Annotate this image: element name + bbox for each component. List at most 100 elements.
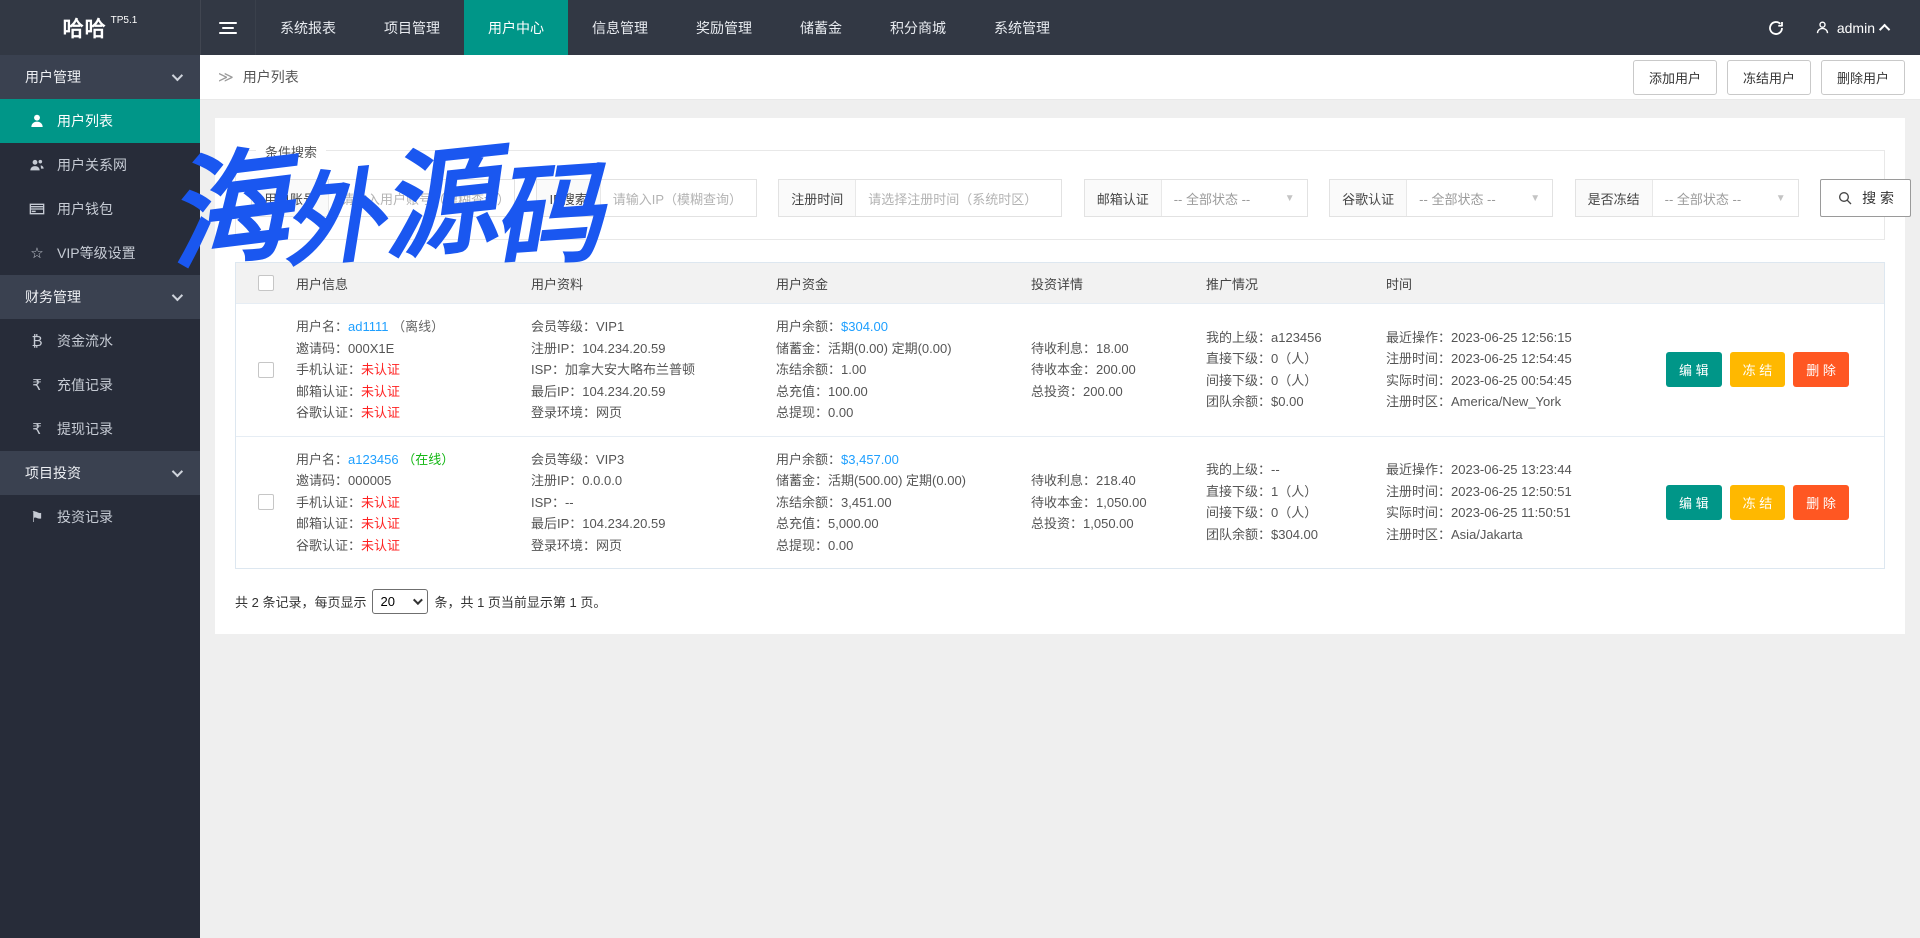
balance-link[interactable]: $3,457.00	[841, 452, 899, 467]
delete-button[interactable]: 删 除	[1793, 484, 1849, 520]
field-label: 手机认证：	[296, 362, 362, 377]
table-header-row: 用户信息 用户资料 用户资金 投资详情 推广情况 时间	[236, 263, 1884, 303]
google-cert-select[interactable]: -- 全部状态 -- ▼	[1407, 180, 1552, 216]
balance-link[interactable]: $304.00	[841, 319, 888, 334]
sidebar-group-user-management[interactable]: 用户管理	[0, 55, 200, 99]
page-actions: 添加用户 冻结用户 删除用户	[1632, 59, 1905, 95]
nav-item-rewards[interactable]: 奖励管理	[672, 0, 776, 55]
hamburger-icon[interactable]	[200, 0, 256, 55]
field-label: 注册时区：	[1386, 526, 1452, 542]
frozen-select[interactable]: -- 全部状态 -- ▼	[1653, 180, 1798, 216]
sidebar-item-recharge-records[interactable]: ₹ 充值记录	[0, 363, 200, 407]
select-all-checkbox[interactable]	[258, 275, 274, 291]
field-value: 加拿大安大略布兰普顿	[564, 362, 695, 377]
field-label: 待收利息：	[1031, 340, 1097, 356]
nav-item-system[interactable]: 系统管理	[970, 0, 1074, 55]
field-value: 2023-06-25 00:54:45	[1451, 372, 1572, 388]
sidebar-item-label: 提现记录	[57, 421, 113, 437]
row-checkbox[interactable]	[258, 494, 274, 511]
field-value: 0.00	[828, 405, 854, 420]
sidebar-item-invest-records[interactable]: ⚑ 投资记录	[0, 495, 200, 539]
frozen-selected-value: -- 全部状态 --	[1664, 191, 1742, 207]
field-label: 最近操作：	[1386, 462, 1452, 478]
field-label: 用户余额：	[776, 319, 842, 334]
sidebar-item-label: 用户关系网	[57, 157, 127, 173]
refresh-icon[interactable]	[1767, 19, 1785, 37]
field-label: 储蓄金：	[776, 473, 829, 488]
field-value: 1（人）	[1271, 483, 1318, 499]
nav-item-savings[interactable]: 储蓄金	[776, 0, 866, 55]
sidebar-item-user-network[interactable]: 用户关系网	[0, 143, 200, 187]
sidebar-group-label: 财务管理	[25, 289, 81, 305]
field-label: 总投资：	[1031, 383, 1084, 399]
field-value: 100.00	[828, 383, 868, 399]
nav-item-reports[interactable]: 系统报表	[256, 0, 360, 55]
field-value: 000005	[348, 473, 392, 488]
username-link[interactable]: ad1111	[348, 319, 389, 334]
sidebar-item-vip-settings[interactable]: ☆ VIP等级设置	[0, 231, 200, 275]
edit-button[interactable]: 编 辑	[1666, 352, 1722, 388]
field-label: 总提现：	[776, 405, 829, 420]
field-label: 间接下级：	[1206, 505, 1272, 521]
sidebar-item-user-list[interactable]: 用户列表	[0, 99, 200, 143]
search-button[interactable]: 搜 索	[1820, 179, 1911, 217]
sidebar-group-finance[interactable]: 财务管理	[0, 275, 200, 319]
field-label: 我的上级：	[1206, 462, 1272, 478]
delete-button[interactable]: 删 除	[1793, 352, 1849, 388]
username-input[interactable]: 请输入用户账号（模糊查询）	[329, 180, 514, 216]
sidebar-item-label: 资金流水	[57, 333, 113, 349]
google-cert-filter-group: 谷歌认证 -- 全部状态 -- ▼	[1329, 179, 1554, 217]
sidebar-item-label: 投资记录	[57, 509, 113, 525]
row-checkbox[interactable]	[258, 361, 274, 378]
username-link[interactable]: a123456	[348, 452, 399, 467]
field-value: 0.00	[828, 537, 854, 553]
nav-item-points-mall[interactable]: 积分商城	[866, 0, 970, 55]
field-value: $0.00	[1271, 394, 1304, 410]
search-button-label: 搜 索	[1862, 190, 1894, 206]
rupee-icon: ₹	[32, 377, 42, 394]
nav-item-info[interactable]: 信息管理	[568, 0, 672, 55]
field-value: 1,050.00	[1096, 494, 1147, 510]
freeze-user-button[interactable]: 冻结用户	[1726, 59, 1811, 95]
email-cert-selected-value: -- 全部状态 --	[1173, 191, 1251, 207]
reg-time-input[interactable]: 请选择注册时间（系统时区）	[856, 180, 1061, 216]
field-label: 用户余额：	[776, 451, 842, 467]
field-label: 最近操作：	[1386, 329, 1452, 345]
field-value: 200.00	[1083, 383, 1123, 399]
field-value: 2023-06-25 12:54:45	[1451, 351, 1572, 367]
freeze-button[interactable]: 冻 结	[1729, 484, 1786, 520]
invest-detail-cell: 待收利息：18.00 待收本金：200.00 总投资：200.00	[1031, 338, 1206, 403]
column-header-user-funds: 用户资金	[776, 276, 829, 292]
ip-search-input[interactable]: 请输入IP（模糊查询）	[601, 180, 756, 216]
frozen-filter-label: 是否冻结	[1575, 180, 1653, 216]
chevron-down-icon	[171, 69, 184, 82]
edit-button[interactable]: 编 辑	[1666, 484, 1722, 520]
admin-menu[interactable]: admin	[1815, 20, 1891, 36]
dropdown-arrow-icon: ▼	[1284, 192, 1295, 204]
sidebar-item-withdraw-records[interactable]: ₹ 提现记录	[0, 407, 200, 451]
freeze-button[interactable]: 冻 结	[1729, 352, 1786, 388]
sidebar-group-project-invest[interactable]: 项目投资	[0, 451, 200, 495]
user-profile-cell: 会员等级：VIP3 注册IP：0.0.0.0 ISP：-- 最后IP：104.2…	[531, 449, 776, 557]
field-value: 未认证	[361, 383, 401, 399]
users-icon	[28, 157, 46, 173]
sidebar-item-fund-flow[interactable]: ₿ 资金流水	[0, 319, 200, 363]
email-cert-select[interactable]: -- 全部状态 -- ▼	[1162, 180, 1307, 216]
field-value: --	[1271, 462, 1280, 478]
add-user-button[interactable]: 添加用户	[1632, 59, 1717, 95]
user-profile-cell: 会员等级：VIP1 注册IP：104.234.20.59 ISP：加拿大安大略布…	[531, 316, 776, 424]
field-value: 2023-06-25 13:23:44	[1451, 462, 1572, 478]
field-label: 待收利息：	[1031, 473, 1097, 488]
field-value: 0（人）	[1271, 351, 1318, 367]
field-value: 0（人）	[1271, 505, 1318, 521]
field-value: 18.00	[1096, 340, 1129, 356]
field-value: 218.40	[1096, 473, 1136, 488]
sidebar-item-user-wallet[interactable]: 用户钱包	[0, 187, 200, 231]
nav-item-user-center[interactable]: 用户中心	[464, 0, 568, 55]
delete-user-button[interactable]: 删除用户	[1820, 59, 1905, 95]
page-size-select[interactable]: 20	[372, 589, 429, 614]
field-value: 2023-06-25 11:50:51	[1451, 505, 1571, 521]
invest-detail-cell: 待收利息：218.40 待收本金：1,050.00 总投资：1,050.00	[1031, 470, 1206, 535]
field-value: 0（人）	[1271, 372, 1318, 388]
nav-item-projects[interactable]: 项目管理	[360, 0, 464, 55]
